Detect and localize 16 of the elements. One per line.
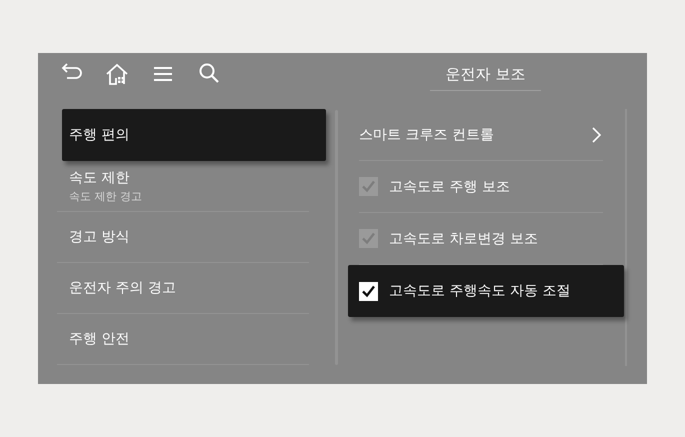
setting-label: 스마트 크루즈 컨트롤	[359, 126, 494, 144]
setting-label: 고속도로 차로변경 보조	[389, 230, 538, 248]
menu-item[interactable]: 주행 편의	[62, 109, 326, 161]
setting-label: 고속도로 주행속도 자동 조절	[389, 282, 570, 300]
screen-title: 운전자 보조	[430, 65, 541, 91]
checkbox[interactable]	[359, 282, 378, 300]
home-icon[interactable]	[105, 62, 129, 86]
menu-subtitle: 속도 제한 경고	[69, 188, 143, 204]
setting-item[interactable]: 고속도로 주행속도 자동 조절	[348, 265, 624, 317]
setting-label: 고속도로 주행 보조	[389, 178, 510, 196]
setting-item[interactable]: 스마트 크루즈 컨트롤	[359, 109, 603, 161]
menu-item[interactable]: 경고 방식	[57, 212, 309, 263]
chevron-right-icon	[591, 126, 601, 142]
menu-item[interactable]: 주행 안전	[57, 314, 309, 365]
menu-item[interactable]: 속도 제한 속도 제한 경고	[57, 161, 309, 212]
menu-item[interactable]: 운전자 주의 경고	[57, 263, 309, 314]
